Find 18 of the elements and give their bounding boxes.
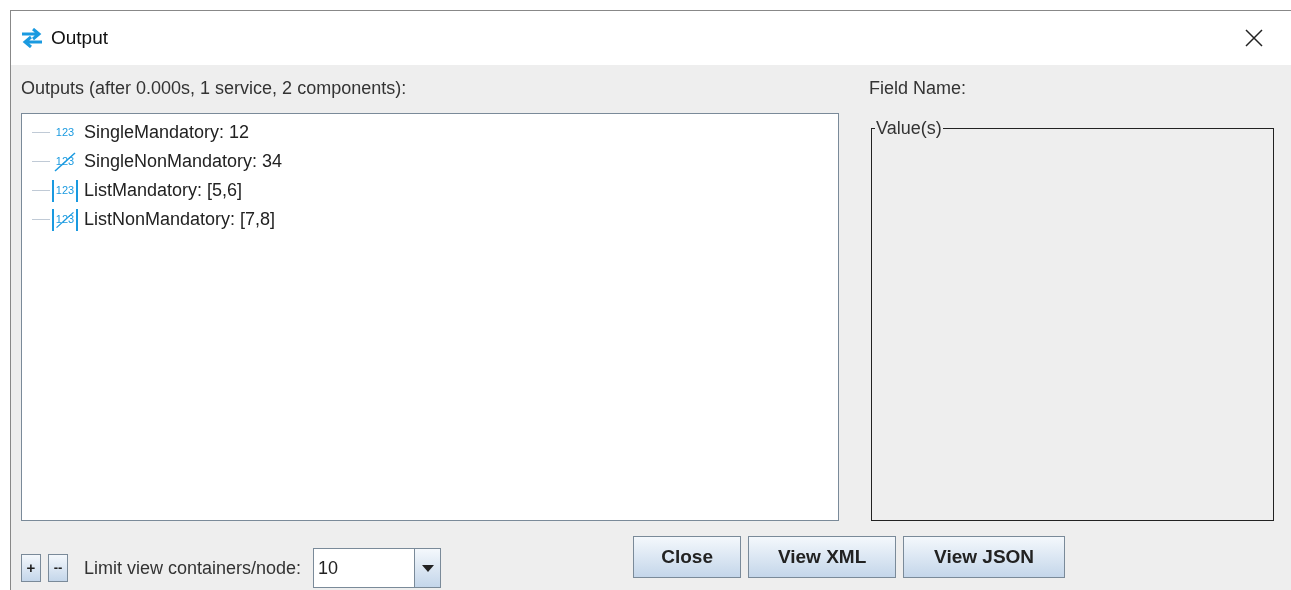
outputs-label: Outputs (after 0.000s, 1 service, 2 components):: [21, 77, 408, 100]
tree-item[interactable]: SingleMandatory: 12: [84, 119, 250, 146]
tree-item[interactable]: SingleNonMandatory: 34: [84, 148, 283, 175]
number-icon: 123: [52, 121, 78, 144]
expand-button[interactable]: +: [21, 554, 41, 582]
window-title: Output: [51, 25, 109, 50]
dialog-button[interactable]: View XML: [748, 536, 897, 578]
dialog-button[interactable]: Close: [633, 536, 742, 578]
close-icon[interactable]: [1245, 29, 1263, 47]
limit-label: Limit view containers/node:: [84, 556, 302, 580]
swap-arrows-icon: [21, 28, 43, 48]
caret-icon: [421, 564, 434, 572]
limit-select[interactable]: 10: [313, 548, 442, 588]
tree-item[interactable]: ListNonMandatory: [7,8]: [84, 206, 276, 233]
dialog-button[interactable]: View JSON: [903, 536, 1066, 578]
collapse-button[interactable]: --: [48, 554, 68, 582]
tree-item[interactable]: ListMandatory: [5,6]: [84, 177, 243, 204]
field-name-label: Field Name:: [869, 77, 968, 100]
